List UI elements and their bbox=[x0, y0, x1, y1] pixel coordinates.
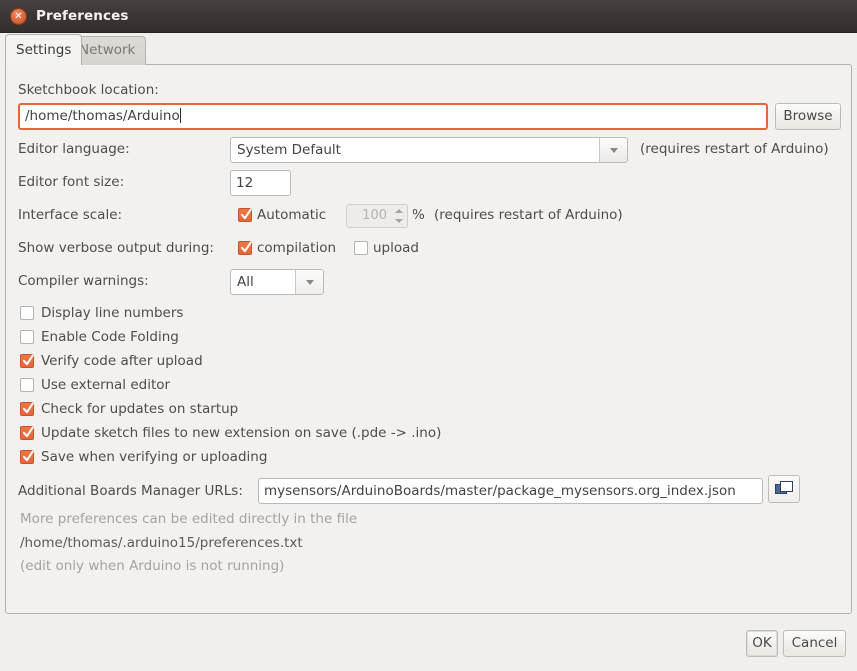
boards-manager-urls-label: Additional Boards Manager URLs: bbox=[18, 483, 243, 499]
check-icon bbox=[23, 426, 33, 440]
checkbox-use-external-editor[interactable] bbox=[20, 378, 34, 392]
cancel-button[interactable]: Cancel bbox=[783, 630, 846, 657]
chevron-down-glyph bbox=[610, 148, 618, 153]
checkbox-check-for-updates-on-startup[interactable] bbox=[20, 402, 34, 416]
check-icon bbox=[241, 241, 251, 255]
close-glyph: ✕ bbox=[11, 8, 26, 25]
footer-line-1: More preferences can be edited directly … bbox=[20, 511, 357, 527]
verbose-output-label: Show verbose output during: bbox=[18, 240, 214, 256]
checkbox-display-line-numbers[interactable] bbox=[20, 306, 34, 320]
sketchbook-location-value: /home/thomas/Arduino bbox=[25, 108, 180, 124]
editor-language-value: System Default bbox=[237, 138, 341, 162]
check-icon bbox=[23, 450, 33, 464]
footer-line-2-path: /home/thomas/.arduino15/preferences.txt bbox=[20, 535, 303, 551]
check-icon bbox=[241, 208, 251, 222]
checkbox-label-update-sketch-files-extension[interactable]: Update sketch files to new extension on … bbox=[41, 425, 441, 441]
text-caret bbox=[180, 108, 181, 123]
verbose-upload-label[interactable]: upload bbox=[373, 240, 419, 256]
interface-scale-label: Interface scale: bbox=[18, 207, 122, 223]
footer-line-3: (edit only when Arduino is not running) bbox=[20, 558, 284, 574]
checkbox-enable-code-folding[interactable] bbox=[20, 330, 34, 344]
interface-scale-automatic-checkbox[interactable] bbox=[238, 208, 252, 222]
interface-scale-value: 100 bbox=[362, 205, 387, 227]
editor-language-restart-note: (requires restart of Arduino) bbox=[640, 141, 829, 157]
boards-manager-urls-edit-button[interactable] bbox=[768, 475, 800, 503]
compiler-warnings-label: Compiler warnings: bbox=[18, 273, 149, 289]
checkbox-label-use-external-editor[interactable]: Use external editor bbox=[41, 377, 170, 393]
verbose-upload-checkbox[interactable] bbox=[354, 241, 368, 255]
checkbox-label-display-line-numbers[interactable]: Display line numbers bbox=[41, 305, 183, 321]
stepper-down-icon bbox=[395, 219, 403, 223]
interface-scale-stepper: 100 bbox=[346, 204, 408, 228]
interface-scale-percent-label: % bbox=[412, 207, 425, 223]
check-icon bbox=[23, 354, 33, 368]
editor-font-size-input[interactable]: 12 bbox=[230, 170, 291, 196]
checkbox-label-save-when-verifying-or-uploading[interactable]: Save when verifying or uploading bbox=[41, 449, 267, 465]
window-title: Preferences bbox=[36, 0, 128, 32]
verbose-compilation-checkbox[interactable] bbox=[238, 241, 252, 255]
compiler-warnings-value: All bbox=[237, 270, 254, 294]
preferences-dialog: ✕ Preferences Settings Network Sketchboo… bbox=[0, 0, 857, 671]
editor-language-label: Editor language: bbox=[18, 141, 130, 157]
close-icon[interactable]: ✕ bbox=[10, 8, 27, 25]
stepper-up-icon bbox=[395, 209, 403, 213]
compiler-warnings-select[interactable]: All bbox=[230, 269, 324, 295]
verbose-compilation-label[interactable]: compilation bbox=[257, 240, 336, 256]
chevron-down-glyph bbox=[306, 280, 314, 285]
checkbox-save-when-verifying-or-uploading[interactable] bbox=[20, 450, 34, 464]
tab-settings-label: Settings bbox=[16, 42, 71, 58]
editor-language-select[interactable]: System Default bbox=[230, 137, 628, 163]
copy-windows-icon bbox=[775, 481, 794, 502]
sketchbook-location-label: Sketchbook location: bbox=[18, 82, 159, 98]
editor-font-size-label: Editor font size: bbox=[18, 174, 124, 190]
ok-button[interactable]: OK bbox=[746, 630, 778, 657]
checkbox-label-verify-code-after-upload[interactable]: Verify code after upload bbox=[41, 353, 203, 369]
window-titlebar: ✕ Preferences bbox=[0, 0, 857, 33]
stepper-arrows-icon bbox=[392, 206, 405, 226]
check-icon bbox=[23, 402, 33, 416]
tab-network-label: Network bbox=[79, 42, 135, 58]
tab-settings[interactable]: Settings bbox=[5, 34, 82, 65]
tab-strip: Settings Network bbox=[0, 33, 857, 65]
sketchbook-location-input[interactable]: /home/thomas/Arduino bbox=[18, 103, 768, 130]
chevron-down-icon[interactable] bbox=[295, 270, 323, 294]
chevron-down-icon[interactable] bbox=[599, 138, 627, 162]
browse-button[interactable]: Browse bbox=[775, 103, 841, 130]
interface-scale-automatic-label[interactable]: Automatic bbox=[257, 207, 326, 223]
interface-scale-restart-note: (requires restart of Arduino) bbox=[434, 207, 623, 223]
checkbox-update-sketch-files-extension[interactable] bbox=[20, 426, 34, 440]
checkbox-label-check-for-updates-on-startup[interactable]: Check for updates on startup bbox=[41, 401, 238, 417]
checkbox-label-enable-code-folding[interactable]: Enable Code Folding bbox=[41, 329, 179, 345]
checkbox-verify-code-after-upload[interactable] bbox=[20, 354, 34, 368]
boards-manager-urls-input[interactable]: mysensors/ArduinoBoards/master/package_m… bbox=[258, 478, 763, 504]
settings-panel: Sketchbook location: /home/thomas/Arduin… bbox=[5, 64, 852, 614]
